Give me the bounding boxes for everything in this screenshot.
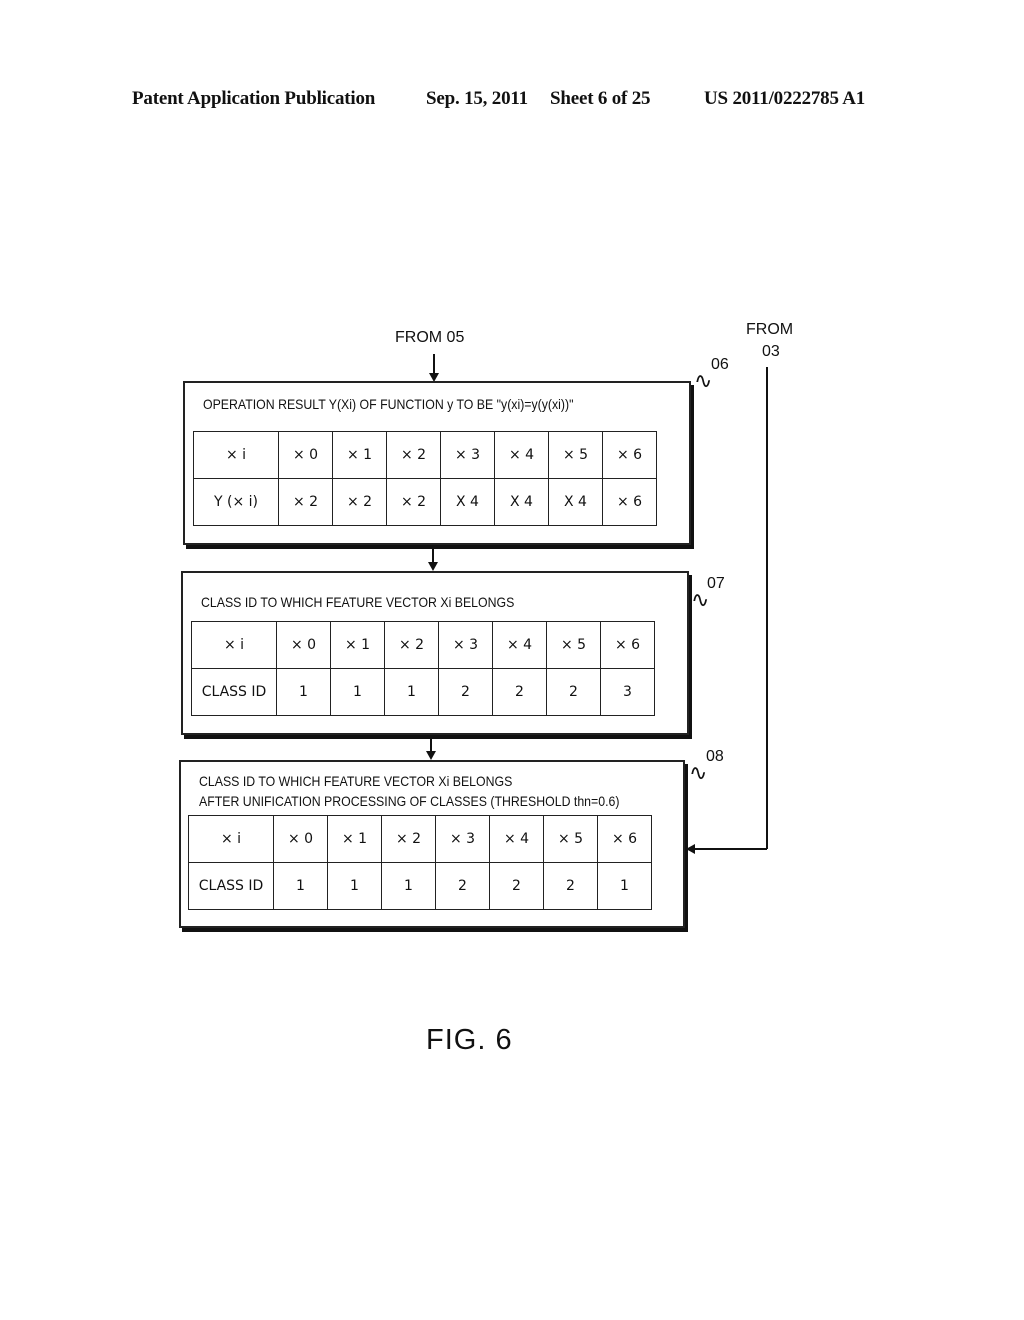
from-05-label: FROM 05 — [395, 329, 465, 346]
column-header: × 5 — [546, 621, 601, 669]
arrow-left-icon — [686, 844, 695, 854]
table-cell: × 2 — [386, 478, 441, 526]
block-08-table: × i × 0 × 1 × 2 × 3 × 4 × 5 × 6 CLASS ID… — [188, 815, 652, 910]
column-header: × 3 — [435, 815, 490, 863]
arrow-down-icon — [426, 751, 436, 760]
block-08-title-line1: CLASS ID TO WHICH FEATURE VECTOR Xi BELO… — [199, 773, 513, 789]
table-row: × i × 0 × 1 × 2 × 3 × 4 × 5 × 6 — [193, 431, 657, 479]
column-header: × 2 — [384, 621, 439, 669]
figure-label: FIG. 6 — [426, 1024, 513, 1056]
column-header: × 2 — [381, 815, 436, 863]
column-header: × 4 — [489, 815, 544, 863]
row-header: CLASS ID — [191, 668, 277, 716]
column-header: × 0 — [273, 815, 328, 863]
column-header: × 0 — [278, 431, 333, 479]
row-header: × i — [191, 621, 277, 669]
column-header: × 3 — [440, 431, 495, 479]
block-06-title: OPERATION RESULT Y(Xi) OF FUNCTION y TO … — [203, 396, 574, 412]
table-cell: × 2 — [332, 478, 387, 526]
from-05-line — [433, 354, 435, 374]
table-row: × i × 0 × 1 × 2 × 3 × 4 × 5 × 6 — [188, 815, 652, 863]
table-cell: 1 — [273, 862, 328, 910]
block-07: CLASS ID TO WHICH FEATURE VECTOR Xi BELO… — [181, 571, 689, 735]
row-header: CLASS ID — [188, 862, 274, 910]
from-03-vertical-line — [766, 367, 768, 849]
table-cell: × 2 — [278, 478, 333, 526]
block-06: OPERATION RESULT Y(Xi) OF FUNCTION y TO … — [183, 381, 691, 545]
table-cell: X 4 — [548, 478, 603, 526]
table-row: Y (× i) × 2 × 2 × 2 X 4 X 4 X 4 × 6 — [193, 478, 657, 526]
block-08-title-line2: AFTER UNIFICATION PROCESSING OF CLASSES … — [199, 793, 620, 809]
table-cell: 1 — [384, 668, 439, 716]
column-header: × 1 — [330, 621, 385, 669]
ref-06: 06 — [711, 356, 729, 373]
patent-header: Patent Application Publication Sep. 15, … — [0, 88, 1024, 118]
column-header: × 5 — [548, 431, 603, 479]
connector-06-07 — [432, 545, 434, 563]
row-header: × i — [193, 431, 279, 479]
from-03-label-line1: FROM — [746, 321, 794, 338]
table-cell: X 4 — [440, 478, 495, 526]
from-03-label-line2: 03 — [762, 343, 780, 360]
table-cell: 2 — [546, 668, 601, 716]
table-cell: 2 — [543, 862, 598, 910]
table-cell: × 6 — [602, 478, 657, 526]
table-cell: 1 — [276, 668, 331, 716]
from-03-horizontal-line — [693, 848, 767, 850]
table-cell: 1 — [597, 862, 652, 910]
column-header: × 1 — [327, 815, 382, 863]
table-cell: 2 — [492, 668, 547, 716]
column-header: × 1 — [332, 431, 387, 479]
block-08: CLASS ID TO WHICH FEATURE VECTOR Xi BELO… — [179, 760, 685, 928]
row-header: × i — [188, 815, 274, 863]
ref-07: 07 — [707, 575, 725, 592]
column-header: × 5 — [543, 815, 598, 863]
squiggle-leader-icon: ∿ — [691, 587, 710, 612]
block-06-table: × i × 0 × 1 × 2 × 3 × 4 × 5 × 6 Y (× i) … — [193, 431, 657, 526]
arrow-down-icon — [428, 562, 438, 571]
table-cell: 1 — [327, 862, 382, 910]
column-header: × 6 — [602, 431, 657, 479]
publication-date: Sep. 15, 2011 — [426, 88, 528, 109]
squiggle-leader-icon: ∿ — [689, 760, 708, 785]
table-cell: 2 — [435, 862, 490, 910]
table-cell: 3 — [600, 668, 655, 716]
table-cell: 1 — [330, 668, 385, 716]
publication-type: Patent Application Publication — [132, 88, 376, 109]
table-row: CLASS ID 1 1 1 2 2 2 1 — [188, 862, 652, 910]
column-header: × 6 — [600, 621, 655, 669]
table-cell: 2 — [489, 862, 544, 910]
row-header: Y (× i) — [193, 478, 279, 526]
column-header: × 4 — [492, 621, 547, 669]
block-07-title: CLASS ID TO WHICH FEATURE VECTOR Xi BELO… — [201, 594, 515, 610]
column-header: × 3 — [438, 621, 493, 669]
patent-number: US 2011/0222785 A1 — [704, 88, 866, 109]
column-header: × 0 — [276, 621, 331, 669]
column-header: × 2 — [386, 431, 441, 479]
column-header: × 6 — [597, 815, 652, 863]
sheet-number: Sheet 6 of 25 — [550, 88, 651, 109]
table-row: × i × 0 × 1 × 2 × 3 × 4 × 5 × 6 — [191, 621, 655, 669]
table-cell: X 4 — [494, 478, 549, 526]
table-row: CLASS ID 1 1 1 2 2 2 3 — [191, 668, 655, 716]
column-header: × 4 — [494, 431, 549, 479]
block-07-table: × i × 0 × 1 × 2 × 3 × 4 × 5 × 6 CLASS ID… — [191, 621, 655, 716]
squiggle-leader-icon: ∿ — [694, 368, 713, 393]
table-cell: 1 — [381, 862, 436, 910]
connector-07-08 — [430, 735, 432, 752]
table-cell: 2 — [438, 668, 493, 716]
ref-08: 08 — [706, 748, 724, 765]
